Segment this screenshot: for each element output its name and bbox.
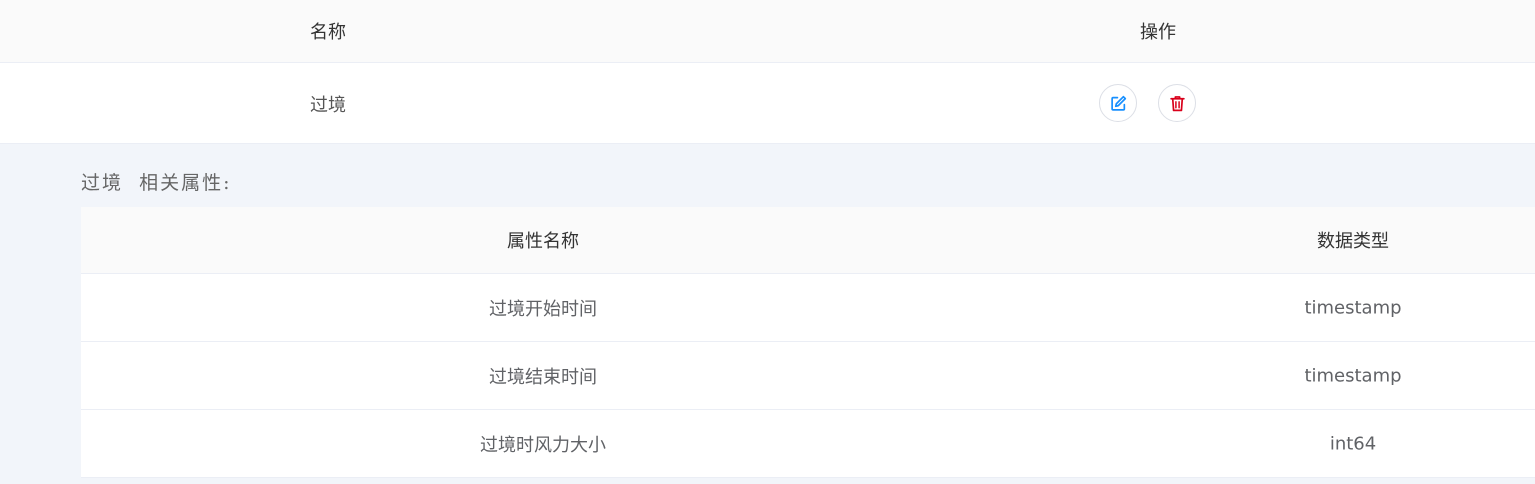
expanded-row-panel: 过境 相关属性: 属性名称 数据类型 过境开始时间 timestamp 过境结束… <box>0 144 1535 484</box>
expand-title: 过境 相关属性: <box>81 172 232 194</box>
attributes-table: 属性名称 数据类型 过境开始时间 timestamp 过境结束时间 timest… <box>81 207 1535 478</box>
data-type-cell: timestamp <box>1304 365 1402 386</box>
delete-icon <box>1169 95 1185 111</box>
header-operations: 操作 <box>1140 22 1176 43</box>
attr-name-cell: 过境开始时间 <box>489 298 597 320</box>
table-row: 过境时风力大小 int64 <box>81 410 1535 478</box>
edit-button[interactable] <box>1099 84 1137 122</box>
row-name: 过境 <box>310 95 346 116</box>
header-data-type: 数据类型 <box>1317 231 1389 252</box>
attributes-table-header: 属性名称 数据类型 <box>81 207 1535 274</box>
header-attr-name: 属性名称 <box>507 231 579 252</box>
edit-icon <box>1110 95 1126 111</box>
delete-button[interactable] <box>1158 84 1196 122</box>
data-type-cell: int64 <box>1329 433 1377 454</box>
attr-name-cell: 过境时风力大小 <box>480 434 606 456</box>
table-row[interactable]: 过境 <box>0 63 1535 144</box>
table-header: 名称 操作 <box>0 0 1535 63</box>
table-row: 过境结束时间 timestamp <box>81 342 1535 410</box>
table-row: 过境开始时间 timestamp <box>81 274 1535 342</box>
data-type-cell: timestamp <box>1304 297 1402 318</box>
attr-name-cell: 过境结束时间 <box>489 366 597 388</box>
header-name: 名称 <box>310 22 346 43</box>
main-table: 名称 操作 过境 <box>0 0 1535 144</box>
